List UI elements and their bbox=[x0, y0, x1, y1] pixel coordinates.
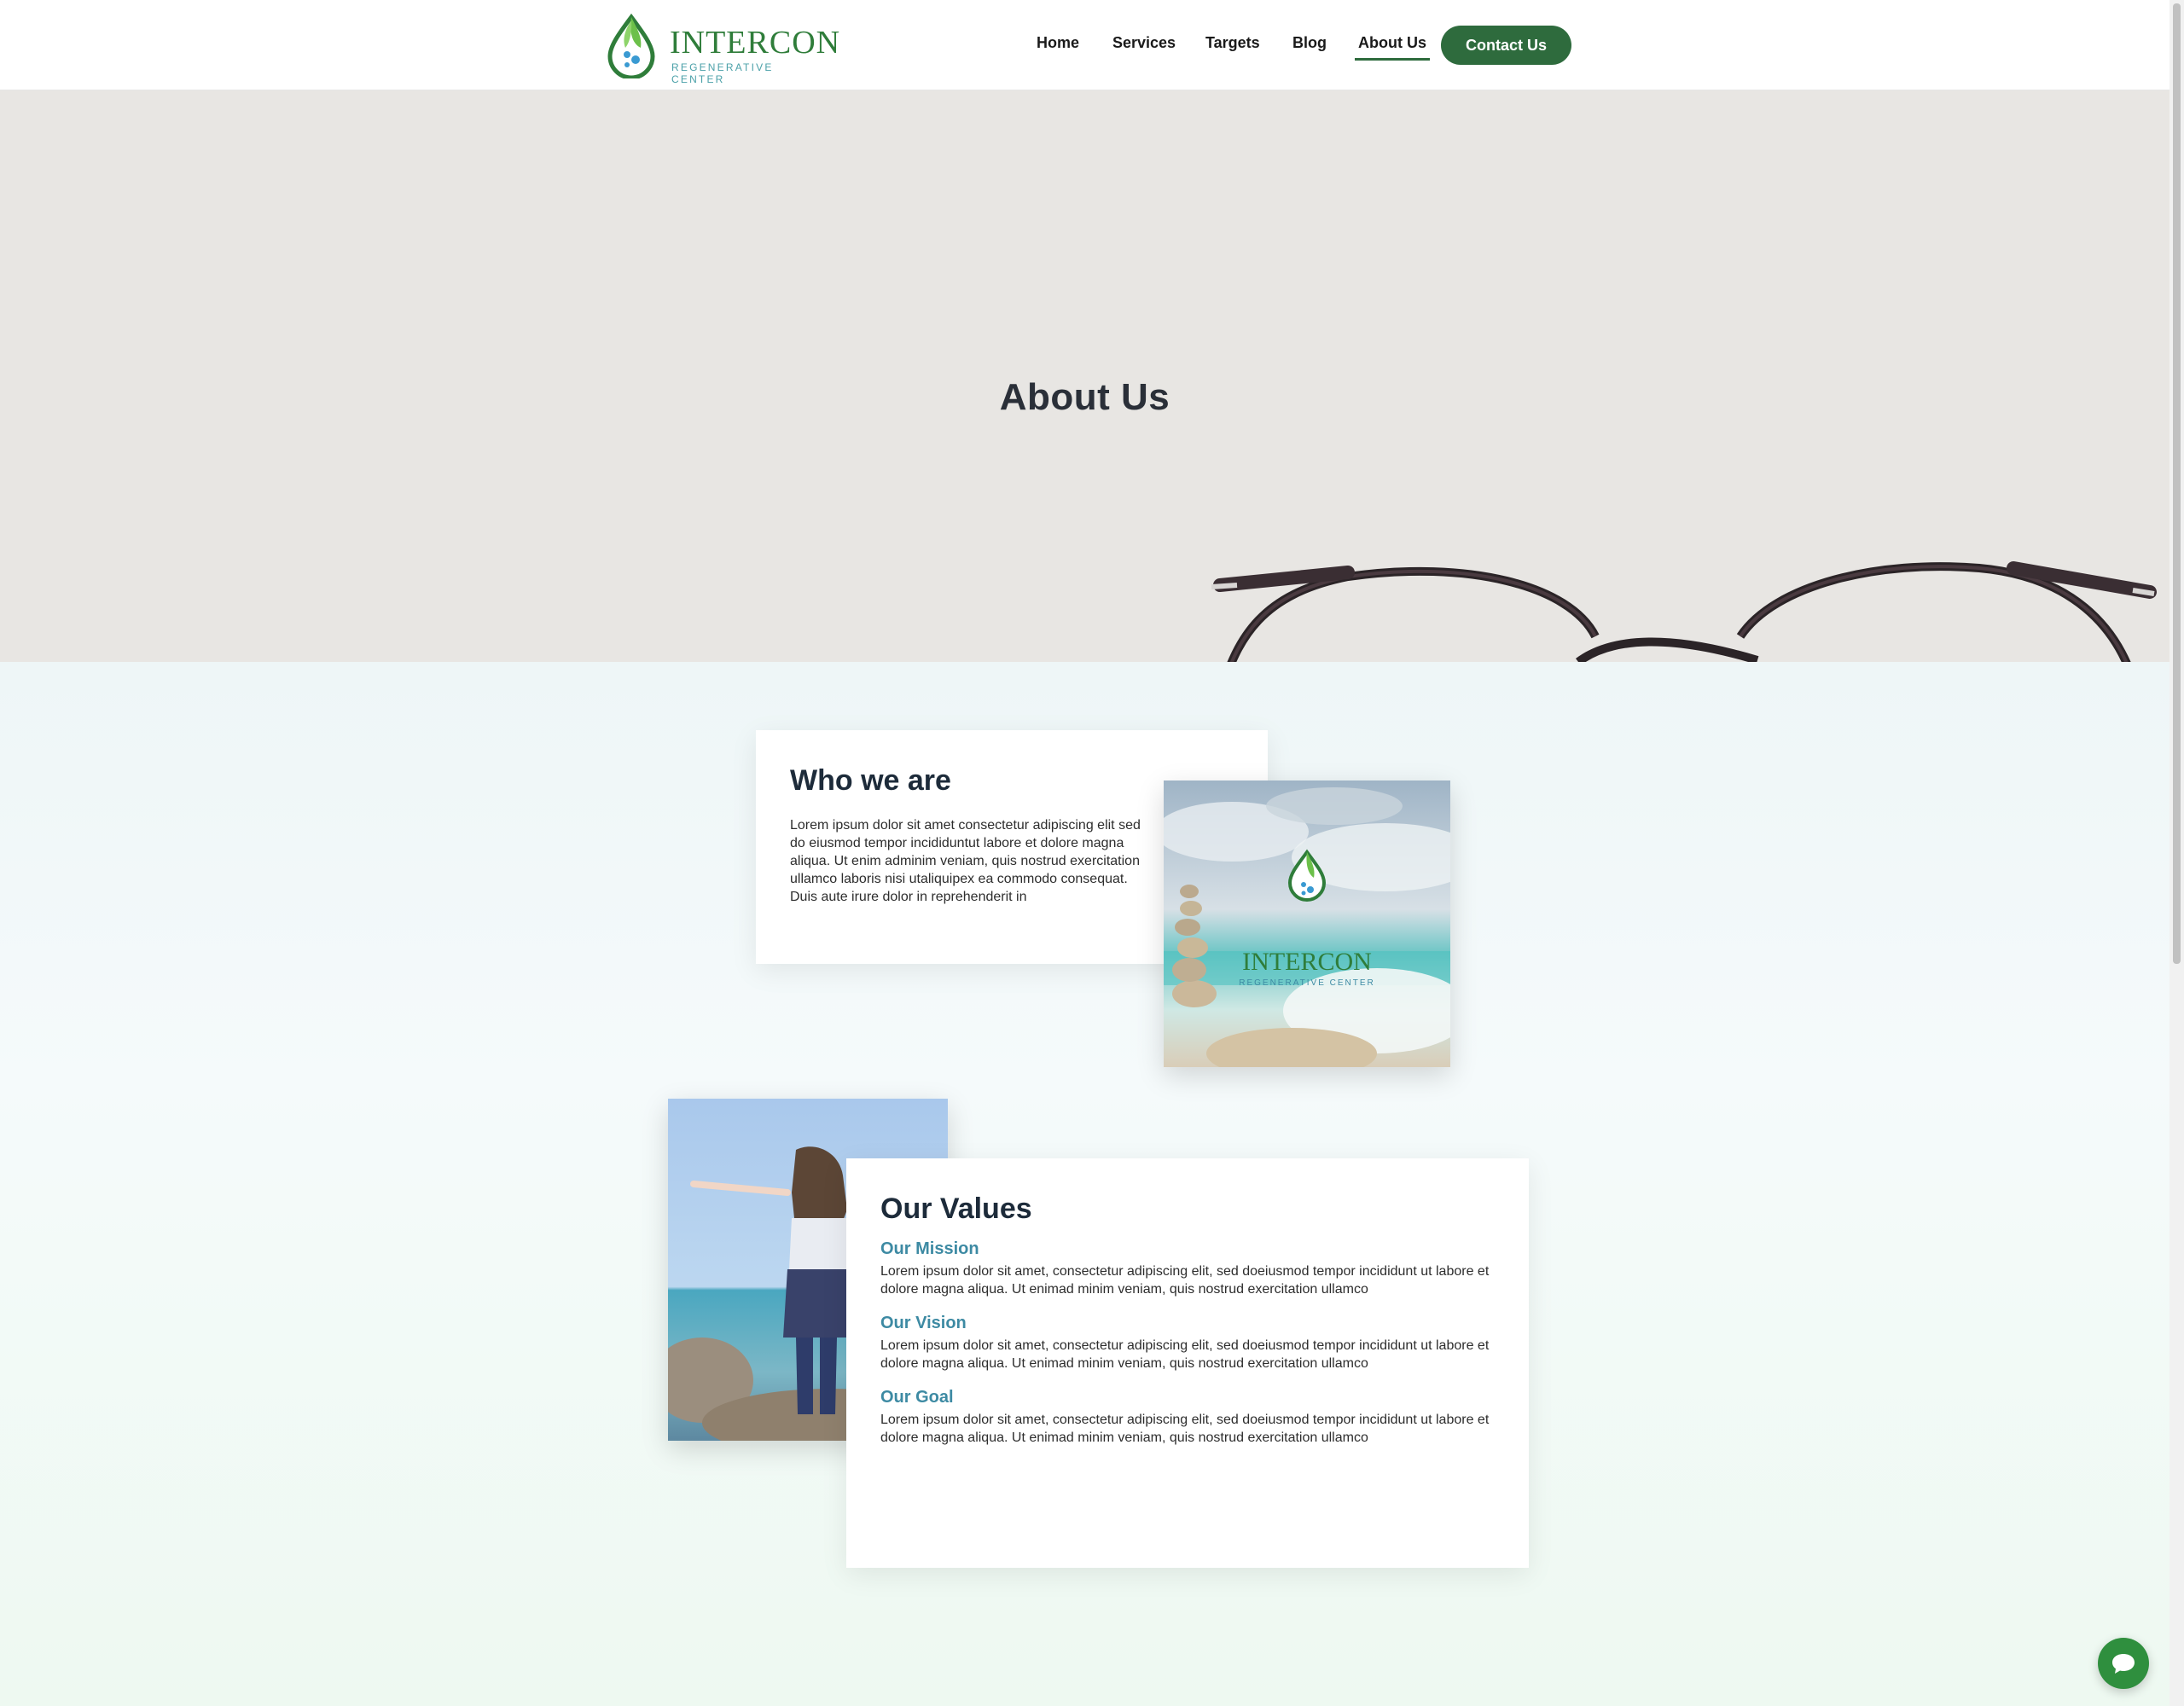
vision-text: Lorem ipsum dolor sit amet, consectetur … bbox=[880, 1338, 1490, 1371]
value-item-goal: Our Goal Lorem ipsum dolor sit amet, con… bbox=[880, 1388, 1496, 1447]
image-logo-name: INTERCON bbox=[1242, 948, 1372, 976]
beach-logo-image: INTERCON REGENERATIVE CENTER bbox=[1164, 780, 1450, 1067]
nav-targets[interactable]: Targets bbox=[1205, 34, 1260, 52]
scrollbar-thumb[interactable] bbox=[2173, 3, 2181, 964]
mission-title: Our Mission bbox=[880, 1239, 979, 1258]
who-we-are-text: Lorem ipsum dolor sit amet consectetur a… bbox=[790, 818, 1141, 904]
vision-title: Our Vision bbox=[880, 1314, 967, 1332]
value-item-mission: Our Mission Lorem ipsum dolor sit amet, … bbox=[880, 1239, 1496, 1298]
nav-blog[interactable]: Blog bbox=[1292, 34, 1327, 52]
main-nav: Home Services Targets Blog About Us bbox=[0, 0, 2169, 90]
goal-text: Lorem ipsum dolor sit amet, consectetur … bbox=[880, 1413, 1490, 1445]
nav-about-us[interactable]: About Us bbox=[1355, 34, 1430, 61]
image-logo-tagline: REGENERATIVE CENTER bbox=[1239, 978, 1375, 988]
hero-banner: About Us bbox=[0, 90, 2169, 662]
mission-text: Lorem ipsum dolor sit amet, consectetur … bbox=[880, 1264, 1490, 1297]
contact-us-button[interactable]: Contact Us bbox=[1441, 26, 1571, 65]
our-values-title: Our Values bbox=[880, 1192, 1032, 1225]
page-scrollbar[interactable] bbox=[2169, 0, 2184, 1706]
value-item-vision: Our Vision Lorem ipsum dolor sit amet, c… bbox=[880, 1314, 1496, 1372]
chat-bubble-icon bbox=[2112, 1654, 2135, 1674]
nav-services[interactable]: Services bbox=[1112, 34, 1176, 52]
our-values-card: Our Values Our Mission Lorem ipsum dolor… bbox=[846, 1158, 1529, 1568]
page-title: About Us bbox=[999, 376, 1170, 419]
nav-home[interactable]: Home bbox=[1037, 34, 1079, 52]
site-header: INTERCON REGENERATIVE CENTER Home Servic… bbox=[0, 0, 2169, 90]
chat-button[interactable] bbox=[2098, 1638, 2149, 1689]
eyeglasses-image bbox=[1211, 561, 2157, 662]
goal-title: Our Goal bbox=[880, 1388, 954, 1407]
